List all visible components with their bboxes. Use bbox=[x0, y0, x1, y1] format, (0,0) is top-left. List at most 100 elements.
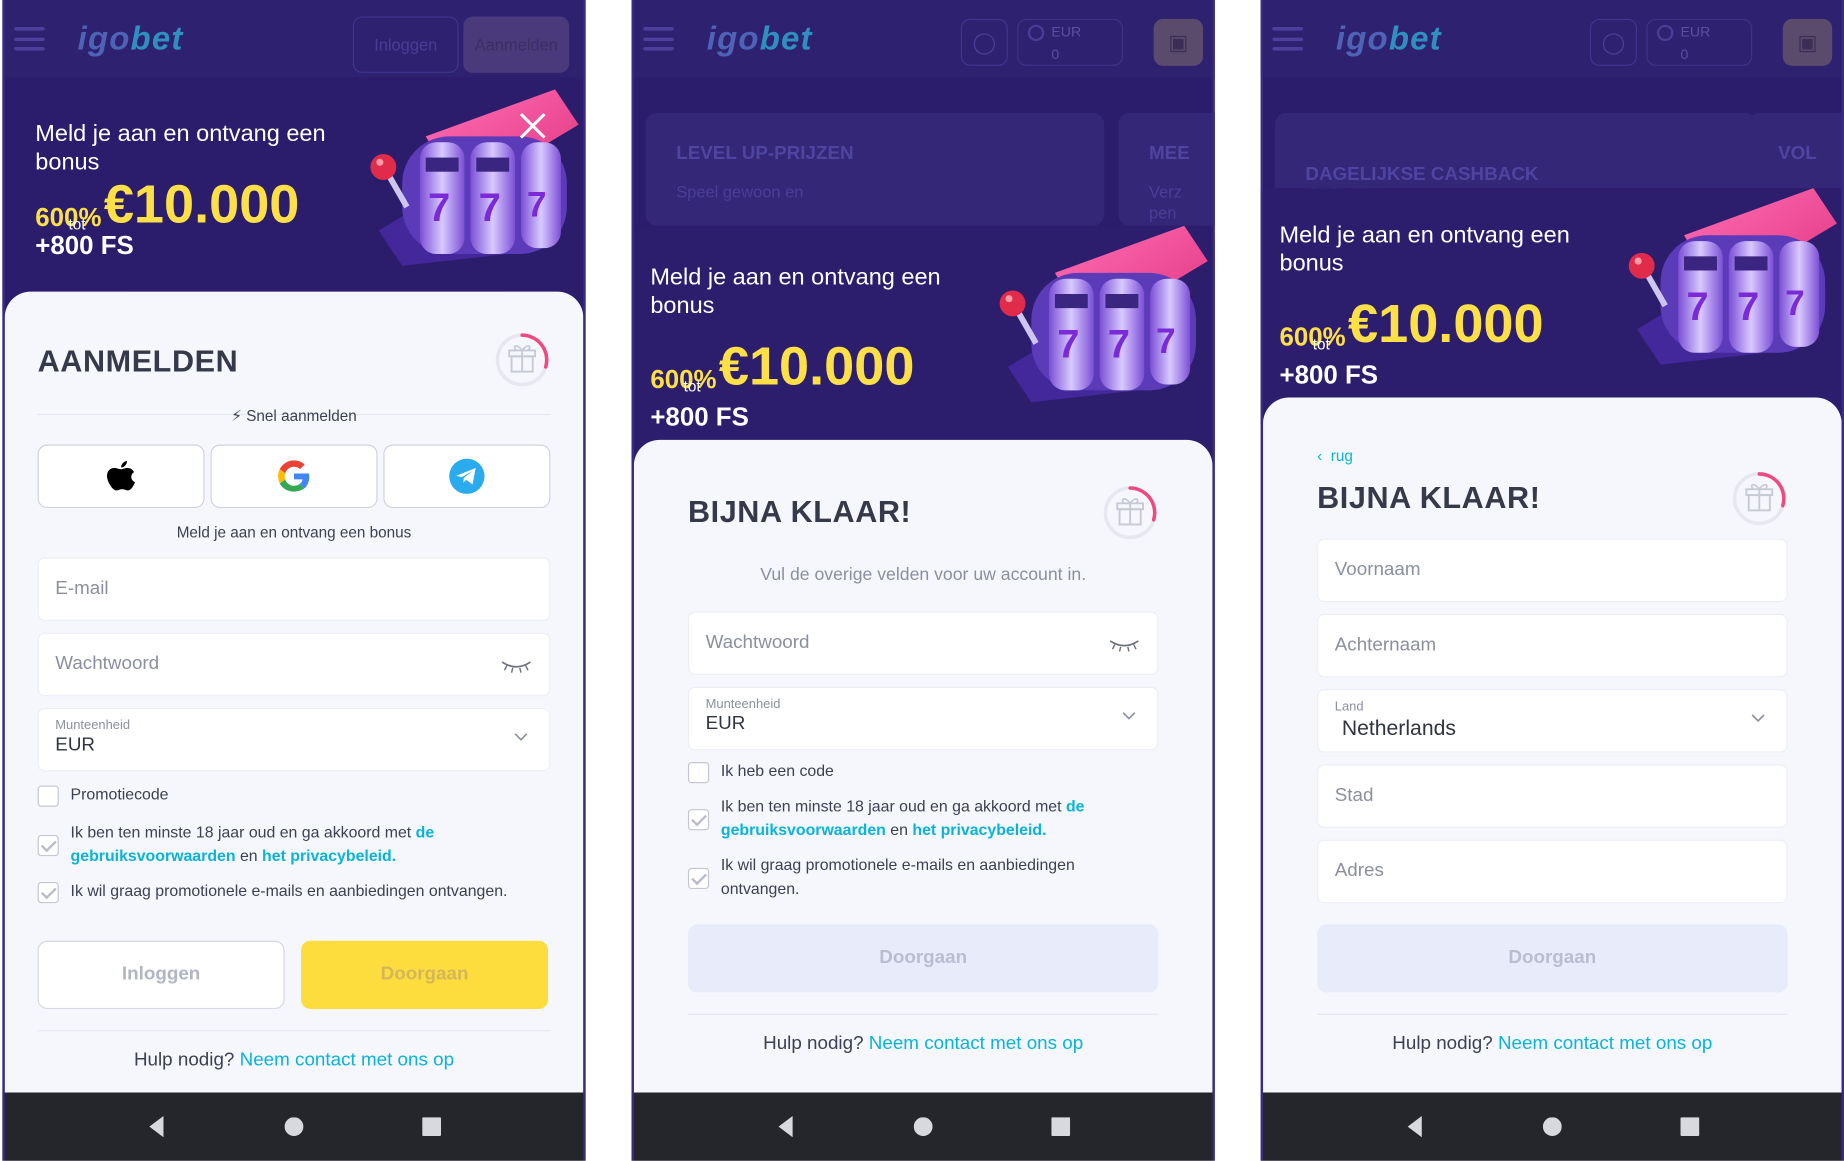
registration-form-sheet: BIJNA KLAAR! Vul de overige velden voor … bbox=[633, 439, 1213, 1093]
help-question: Hulp nodig? bbox=[763, 1033, 864, 1054]
header-register-button[interactable]: Aanmelden bbox=[463, 16, 570, 73]
gift-progress-icon bbox=[495, 333, 549, 387]
telegram-icon bbox=[449, 458, 485, 494]
recents-nav-icon[interactable] bbox=[1051, 1117, 1071, 1137]
currency-select[interactable]: Munteenheid EUR bbox=[37, 707, 551, 772]
home-nav-icon[interactable] bbox=[1542, 1117, 1562, 1137]
password-placeholder: Wachtwoord bbox=[55, 653, 160, 674]
bell-icon[interactable]: ◯ bbox=[1589, 18, 1637, 66]
menu-icon[interactable] bbox=[1272, 27, 1304, 51]
banner-amount: 600% tot €10.000 bbox=[650, 335, 915, 397]
telegram-signup-button[interactable] bbox=[383, 444, 551, 509]
signup-form-sheet: AANMELDEN ⚡ Snel aanmelden Meld je aan e… bbox=[4, 291, 584, 1093]
balance-widget[interactable]: EUR 0 bbox=[1017, 18, 1124, 66]
google-signup-button[interactable] bbox=[210, 444, 378, 509]
currency-value: EUR bbox=[55, 735, 95, 755]
contact-support-link[interactable]: Neem contact met ons op bbox=[869, 1034, 1083, 1054]
continue-button[interactable]: Doorgaan bbox=[1317, 924, 1788, 993]
terms-checkbox[interactable] bbox=[37, 834, 59, 857]
balance-widget[interactable]: EUR 0 bbox=[1646, 18, 1753, 66]
promo-code-checkbox[interactable] bbox=[37, 785, 59, 807]
social-signup-caption: Meld je aan en ontvang een bonus bbox=[176, 523, 412, 541]
country-select[interactable]: Land Netherlands bbox=[1317, 689, 1788, 753]
terms-checkbox[interactable] bbox=[687, 809, 710, 831]
menu-icon[interactable] bbox=[14, 27, 45, 51]
contact-support-link[interactable]: Neem contact met ons op bbox=[240, 1050, 454, 1070]
top-app-bar: igobet ◯ EUR 0 ▣ bbox=[631, 0, 1215, 78]
city-placeholder: Stad bbox=[1334, 785, 1374, 806]
recents-nav-icon[interactable] bbox=[1680, 1117, 1700, 1137]
email-field[interactable]: E-mail bbox=[37, 557, 551, 621]
terms-text: Ik ben ten minste 18 jaar oud en ga akko… bbox=[720, 797, 1085, 839]
have-code-label: Ik heb een code bbox=[720, 762, 834, 780]
promo-card-level-up: LEVEL UP-PRIJZEN Speel gewoon en bbox=[645, 112, 1105, 226]
privacy-link[interactable]: het privacybeleid. bbox=[262, 847, 396, 865]
logo[interactable]: igobet bbox=[78, 20, 184, 58]
email-placeholder: E-mail bbox=[55, 578, 109, 599]
banner-bonus-amount: €10.000 bbox=[103, 172, 300, 235]
contact-support-link[interactable]: Neem contact met ons op bbox=[1498, 1034, 1712, 1054]
banner-amount: 600% tot €10.000 bbox=[1279, 296, 1543, 353]
firstname-field[interactable]: Voornaam bbox=[1317, 538, 1788, 603]
header-login-button[interactable]: Inloggen bbox=[352, 16, 459, 73]
wallet-icon[interactable]: ▣ bbox=[1153, 18, 1204, 66]
apple-signup-button[interactable] bbox=[37, 444, 205, 509]
banner-bonus-amount: €10.000 bbox=[718, 335, 915, 397]
balance-value: 0 bbox=[1051, 45, 1060, 63]
country-label: Land bbox=[1334, 699, 1364, 714]
balance-currency: EUR bbox=[1051, 23, 1082, 40]
banner-tot: tot bbox=[1312, 335, 1330, 353]
top-app-bar: igobet ◯ EUR 0 ▣ bbox=[1260, 0, 1844, 78]
logo[interactable]: igobet bbox=[1336, 20, 1442, 58]
address-field[interactable]: Adres bbox=[1317, 839, 1788, 904]
top-app-bar: igobet Inloggen Aanmelden bbox=[2, 0, 586, 78]
city-field[interactable]: Stad bbox=[1317, 764, 1788, 828]
bonus-banner: Meld je aan en ontvang een bonus 600% to… bbox=[1260, 188, 1844, 424]
wallet-icon[interactable]: ▣ bbox=[1782, 18, 1833, 66]
page-title: BIJNA KLAAR! bbox=[687, 493, 912, 530]
banner-headline: Meld je aan en ontvang een bonus bbox=[1279, 222, 1570, 277]
lastname-field[interactable]: Achternaam bbox=[1317, 613, 1788, 678]
promo-emails-checkbox[interactable] bbox=[687, 867, 710, 890]
back-link[interactable]: ‹ rug bbox=[1317, 447, 1353, 465]
back-nav-icon[interactable] bbox=[147, 1116, 166, 1138]
home-nav-icon[interactable] bbox=[284, 1117, 304, 1137]
have-code-checkbox[interactable] bbox=[687, 762, 710, 784]
hide-password-icon[interactable] bbox=[1108, 634, 1141, 653]
promo-card-title: LEVEL UP-PRIJZEN bbox=[676, 143, 854, 164]
hide-password-icon[interactable] bbox=[500, 655, 533, 674]
google-icon bbox=[278, 460, 310, 492]
android-nav-bar bbox=[1263, 1092, 1842, 1161]
continue-button[interactable]: Doorgaan bbox=[687, 924, 1159, 993]
close-icon[interactable] bbox=[517, 111, 548, 142]
promo-card-title: VOL bbox=[1778, 143, 1817, 164]
back-nav-icon[interactable] bbox=[776, 1116, 795, 1138]
almost-done-screen-step1: igobet ◯ EUR 0 ▣ LEVEL UP-PRIJZEN Speel … bbox=[631, 0, 1215, 1161]
currency-label: Munteenheid bbox=[705, 697, 781, 712]
country-value: Netherlands bbox=[1341, 716, 1456, 740]
menu-icon[interactable] bbox=[643, 27, 674, 51]
privacy-link[interactable]: het privacybeleid. bbox=[912, 821, 1046, 839]
coin-icon bbox=[1027, 24, 1045, 41]
logo[interactable]: igobet bbox=[707, 20, 813, 58]
balance-currency: EUR bbox=[1680, 23, 1711, 40]
android-nav-bar bbox=[633, 1092, 1213, 1161]
chevron-left-icon: ‹ bbox=[1317, 446, 1323, 465]
password-field[interactable]: Wachtwoord bbox=[37, 632, 551, 697]
login-button[interactable]: Inloggen bbox=[37, 940, 285, 1010]
password-field[interactable]: Wachtwoord bbox=[687, 611, 1159, 676]
bell-icon[interactable]: ◯ bbox=[960, 18, 1008, 66]
recents-nav-icon[interactable] bbox=[422, 1117, 442, 1137]
promo-emails-checkbox[interactable] bbox=[37, 882, 59, 904]
currency-label: Munteenheid bbox=[55, 718, 131, 733]
banner-headline: Meld je aan en ontvang een bonus bbox=[650, 264, 941, 319]
help-question: Hulp nodig? bbox=[1392, 1033, 1493, 1054]
bonus-banner: Meld je aan en ontvang een bonus 600% to… bbox=[631, 225, 1215, 461]
home-nav-icon[interactable] bbox=[913, 1117, 933, 1137]
banner-free-spins: +800 FS bbox=[1279, 359, 1379, 390]
currency-select[interactable]: Munteenheid EUR bbox=[687, 686, 1159, 751]
back-nav-icon[interactable] bbox=[1405, 1116, 1424, 1138]
divider bbox=[1317, 1013, 1788, 1015]
continue-button[interactable]: Doorgaan bbox=[301, 940, 549, 1010]
apple-icon bbox=[107, 460, 136, 491]
